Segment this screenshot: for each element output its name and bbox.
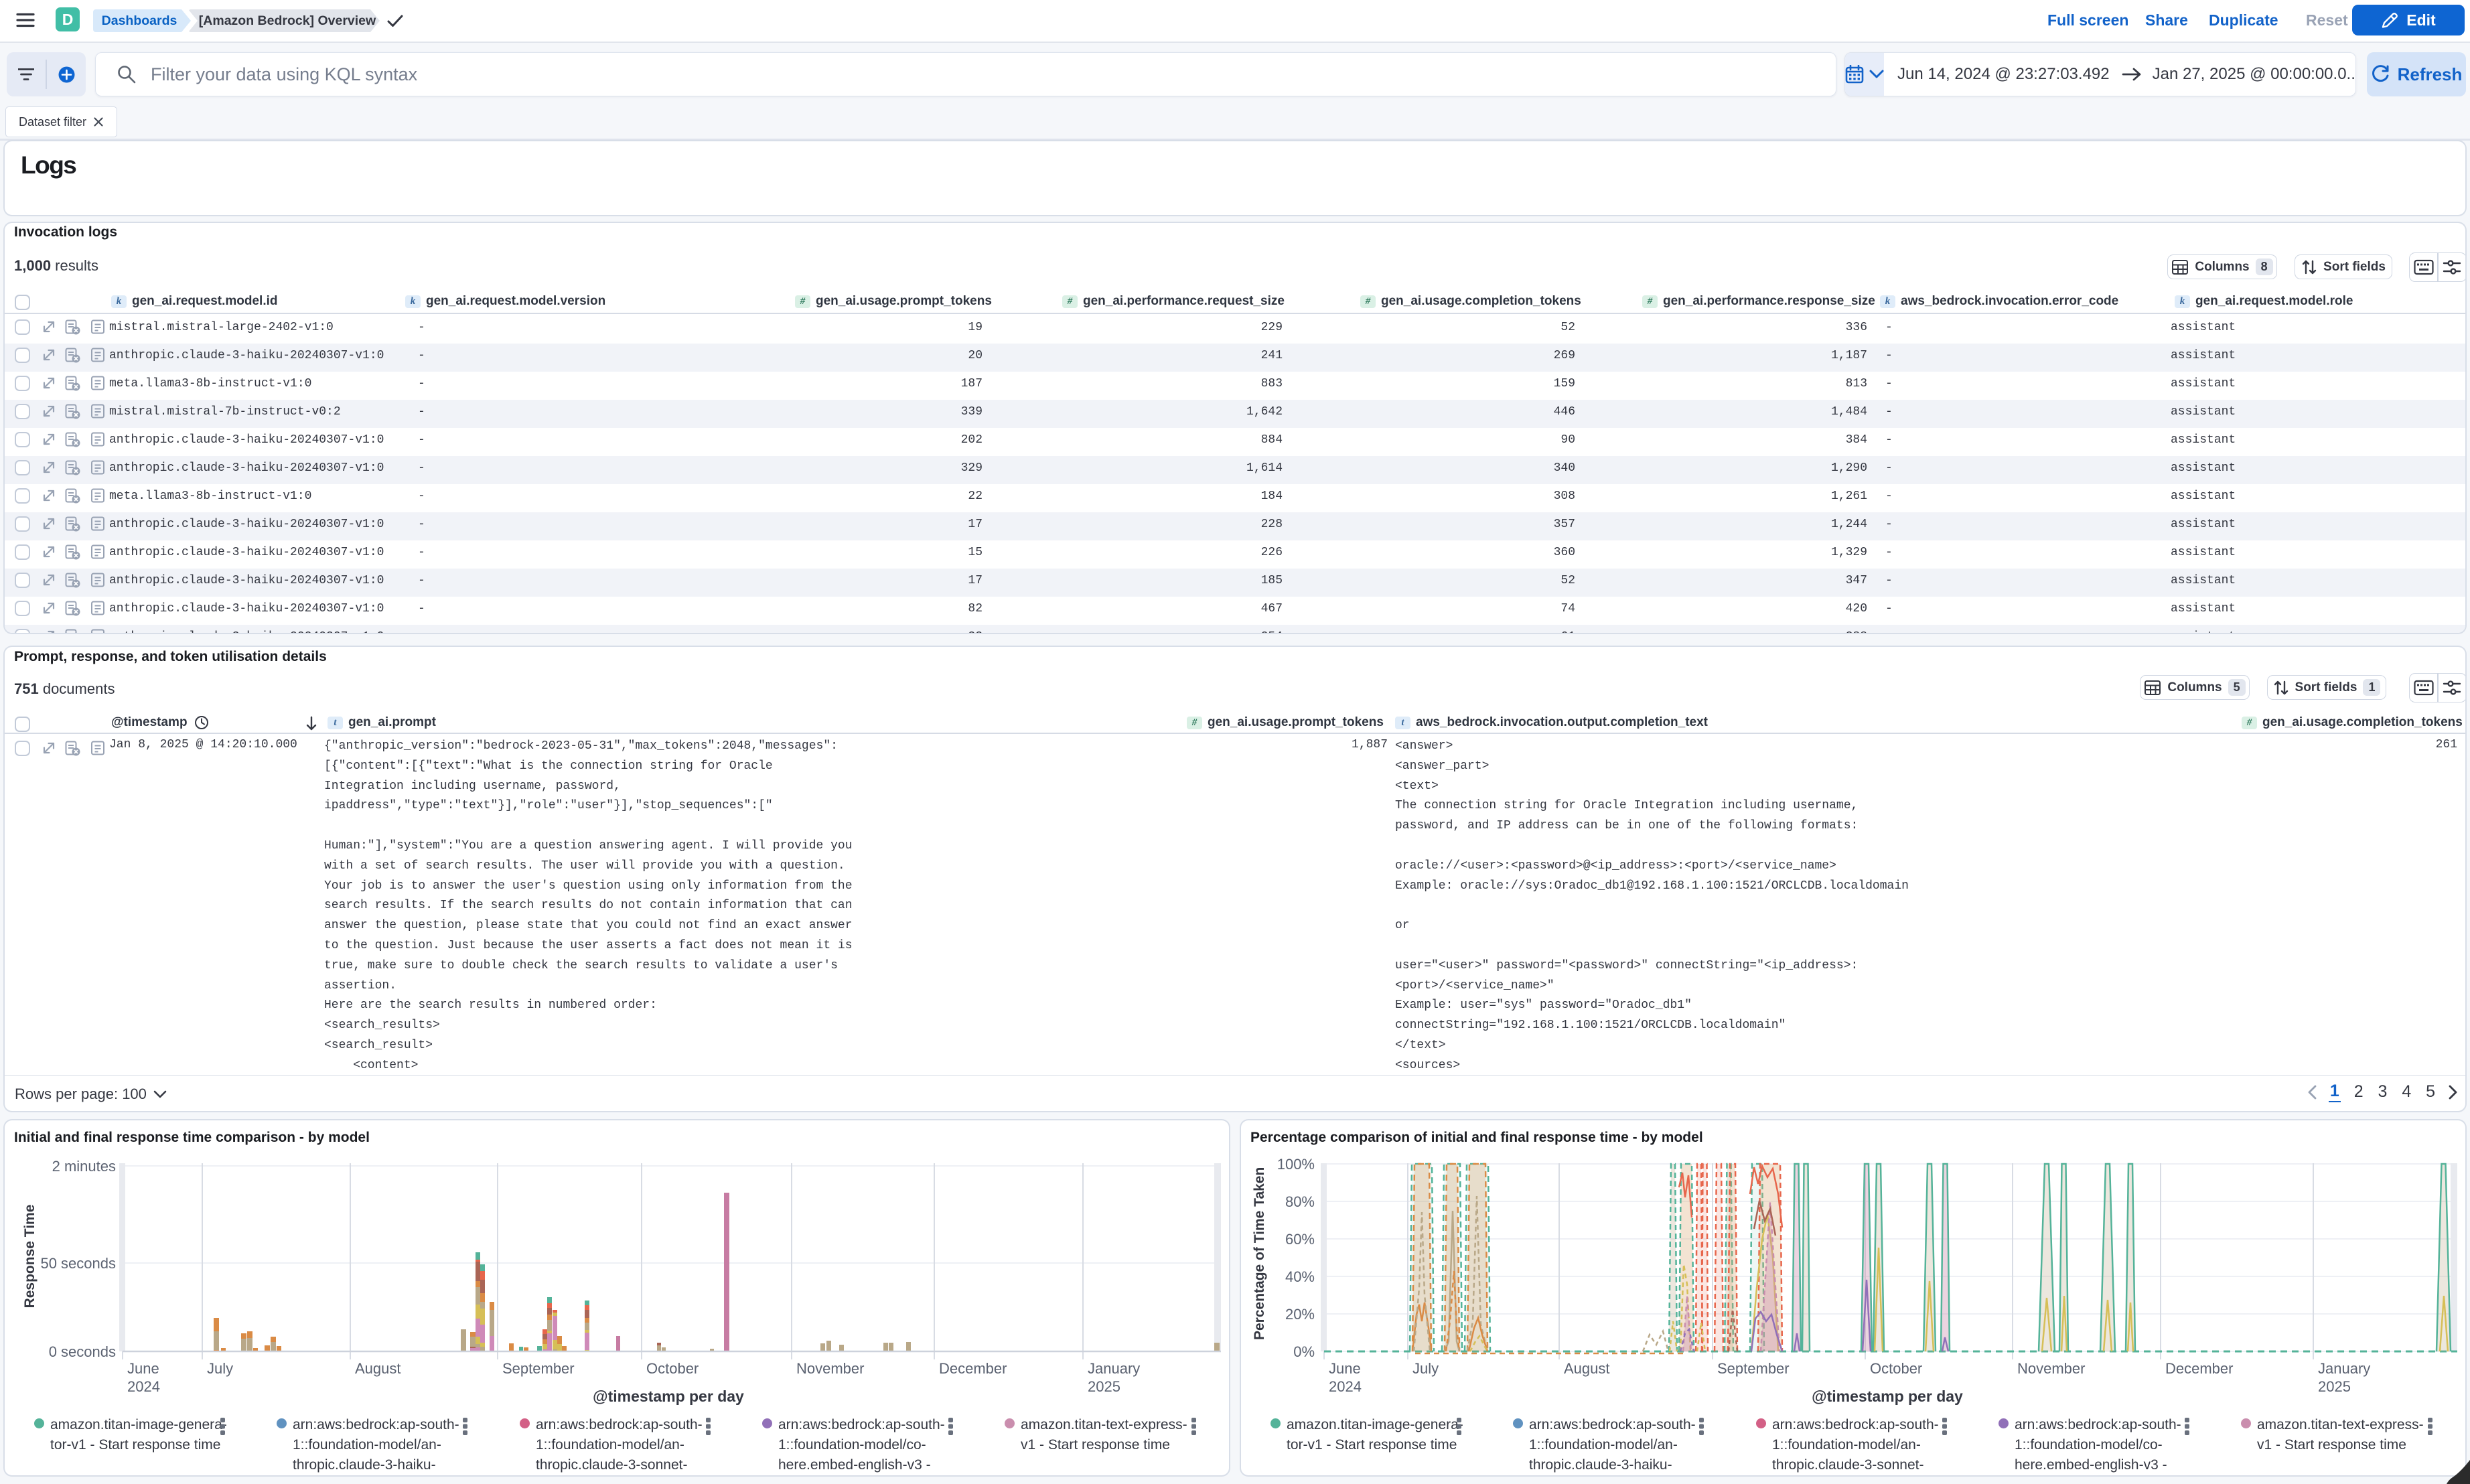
svg-text:July: July <box>1412 1360 1439 1377</box>
svg-text:January: January <box>2318 1360 2370 1377</box>
svg-text:July: July <box>207 1360 233 1377</box>
svg-text:September: September <box>502 1360 575 1377</box>
svg-text:December: December <box>939 1360 1007 1377</box>
svg-text:June: June <box>1329 1360 1361 1377</box>
svg-text:October: October <box>646 1360 699 1377</box>
svg-text:September: September <box>1717 1360 1790 1377</box>
svg-text:0 seconds: 0 seconds <box>49 1343 116 1360</box>
svg-text:August: August <box>355 1360 401 1377</box>
svg-text:50 seconds: 50 seconds <box>40 1255 116 1272</box>
svg-text:December: December <box>2165 1360 2233 1377</box>
svg-text:20%: 20% <box>1285 1306 1315 1323</box>
svg-text:80%: 80% <box>1285 1193 1315 1210</box>
svg-text:40%: 40% <box>1285 1268 1315 1285</box>
svg-text:100%: 100% <box>1277 1156 1315 1173</box>
svg-text:November: November <box>796 1360 864 1377</box>
svg-text:October: October <box>1870 1360 1922 1377</box>
svg-text:0%: 0% <box>1293 1343 1315 1360</box>
svg-text:June: June <box>127 1360 159 1377</box>
svg-text:November: November <box>2017 1360 2085 1377</box>
svg-text:August: August <box>1564 1360 1610 1377</box>
svg-text:2 minutes: 2 minutes <box>52 1158 116 1175</box>
svg-text:January: January <box>1088 1360 1140 1377</box>
svg-text:60%: 60% <box>1285 1231 1315 1248</box>
